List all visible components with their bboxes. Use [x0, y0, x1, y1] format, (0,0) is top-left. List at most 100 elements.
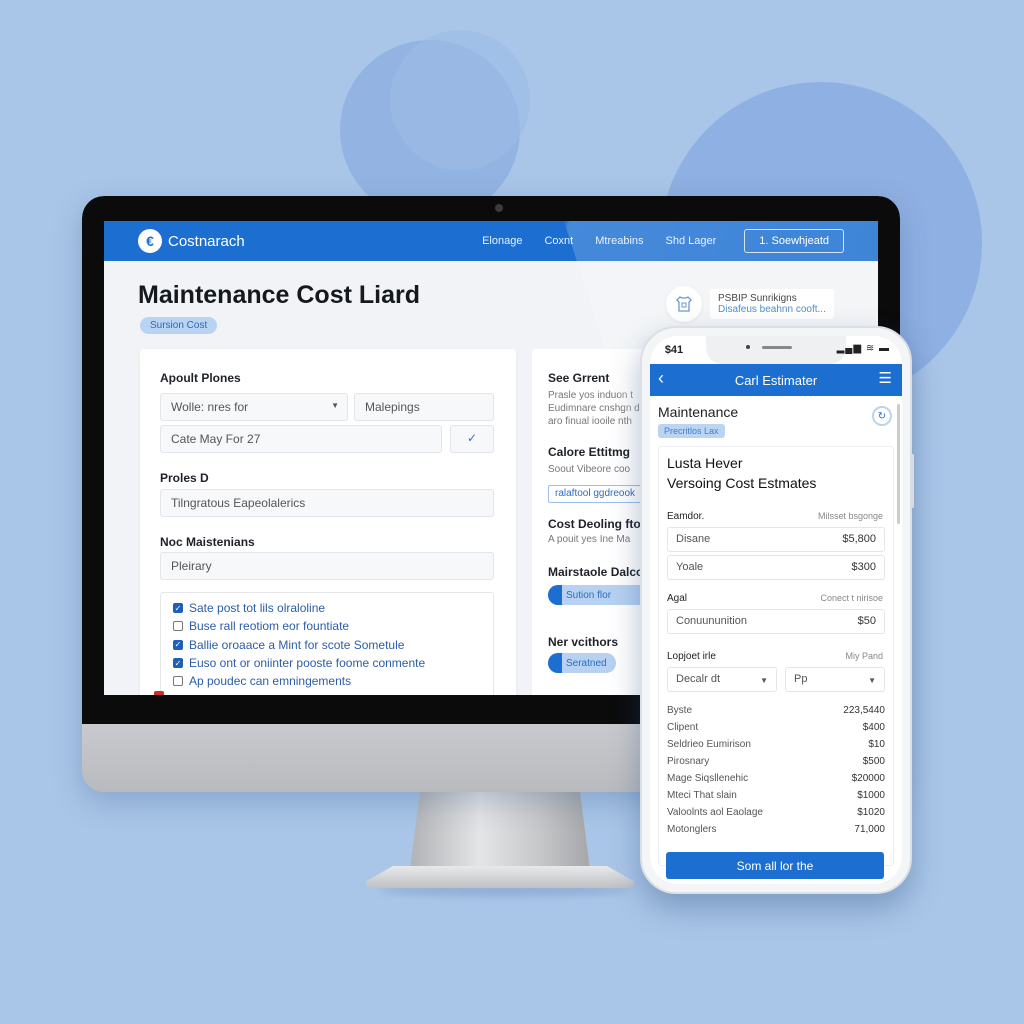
nav-links: Elonage Coxnt Mtreabins Shd Lager 1. Soe… [482, 229, 844, 253]
nav-link[interactable]: Mtreabins [595, 235, 643, 247]
line-item-label: Mteci That slain [667, 790, 737, 801]
checklist-item[interactable]: Ap poudec can emningements [173, 672, 481, 690]
signal-wifi-battery-icon: ▂▄▆ ≋ ▬ [836, 343, 890, 354]
line-item-label: Pirosnary [667, 756, 710, 767]
chevron-down-icon: ▼ [868, 676, 876, 685]
line-item-value: $400 [862, 722, 885, 733]
line-item-value: $10 [868, 739, 885, 750]
checkbox-checked[interactable]: ✓ [173, 639, 183, 650]
select-value: Wolle: nres for [171, 400, 249, 414]
line-item-label: Clipent [667, 722, 699, 733]
nav-cta-button[interactable]: 1. Soewhjeatd [744, 229, 844, 253]
background-circle [390, 30, 530, 170]
maintenance-checklist: ✓ Sate post tot lils olraloline Buse rall … [160, 592, 494, 695]
card-text: Prasle yos induon t [548, 390, 634, 401]
line-item-value: $1000 [857, 790, 885, 801]
cost-label: Disane [676, 533, 711, 545]
line-item: Mteci That slain $1000 [667, 790, 885, 801]
estimate-card: Lusta Hever Versoing Cost Estmates Eamdo… [658, 446, 894, 866]
status-chip [154, 691, 164, 695]
line-item-value: 71,000 [854, 824, 885, 835]
app-logo[interactable]: € Costnarach [138, 229, 245, 253]
text-field[interactable]: Malepings [354, 393, 494, 421]
text-field[interactable]: Pleirary [160, 552, 494, 580]
checklist-label: Ballie oroaace a Mint for scote Sometule [189, 637, 405, 652]
cost-row[interactable]: Disane $5,800 [667, 527, 885, 552]
toggle-switch[interactable]: Seratned [548, 653, 616, 673]
page-title: Maintenance Cost Liard [138, 281, 420, 309]
checkbox-unchecked[interactable] [173, 676, 183, 687]
plan-form-card: Apoult Plones Wolle: nres for ▼ Maleping… [140, 349, 516, 695]
checklist-item[interactable]: Buse rall reotiom eor fountiate [173, 617, 481, 635]
card-heading: Mairstaole Dalcoo [548, 565, 651, 579]
group-hint: Milsset bsgonge [817, 511, 883, 521]
date-field[interactable]: Cate May For 27 [160, 425, 442, 453]
nav-link[interactable]: Coxnt [544, 235, 573, 247]
checklist-item[interactable]: ✓ Euso ont or oniinter pooste foome conme… [173, 654, 481, 672]
checkbox-checked[interactable]: ✓ [173, 603, 183, 614]
back-icon[interactable]: ‹ [658, 368, 664, 389]
checkbox-checked[interactable]: ✓ [173, 658, 183, 669]
section-label: Apoult Plones [160, 371, 241, 385]
menu-icon[interactable]: ☰ [879, 369, 892, 387]
phone-badge: Precritlos Lax [658, 424, 725, 438]
select-value: Pp [794, 673, 808, 685]
chevron-down-icon: ▼ [760, 676, 768, 685]
card-heading: See Grrent [548, 371, 610, 385]
group-label: Agal [667, 593, 688, 604]
confirm-button[interactable]: ✓ [450, 425, 494, 453]
checklist-label: Buse rall reotiom eor fountiate [189, 619, 350, 634]
line-item: Byste 223,5440 [667, 705, 885, 716]
cost-row[interactable]: Conuununition $50 [667, 609, 885, 634]
phone-side-button [911, 454, 914, 508]
card-text: Eudimnare cnshgn d [548, 403, 640, 414]
promo-title: PSBIP Sunrikigns [718, 293, 797, 304]
monitor-foot [366, 866, 634, 888]
select-value: Decalr dt [676, 673, 721, 685]
camera-icon [746, 345, 750, 349]
text-field[interactable]: Tilngratous Eapeolalerics [160, 489, 494, 517]
top-navbar: € Costnarach Elonage Coxnt Mtreabins Shd… [104, 221, 878, 261]
checkbox-unchecked[interactable] [173, 621, 183, 632]
cost-row[interactable]: Yoale $300 [667, 555, 885, 580]
nav-link[interactable]: Elonage [482, 235, 522, 247]
group-hint: Miy Pand [845, 651, 883, 661]
group-label: Eamdor. [667, 511, 705, 522]
line-item-label: Seldrieo Eumirison [667, 739, 751, 750]
phone-title: Maintenance [658, 404, 739, 420]
card-title: Lusta Hever [667, 455, 743, 471]
card-text: Soout Vibeore coo [548, 464, 631, 475]
promo-subtitle: Disafeus beahnn cooft... [718, 304, 826, 315]
section-label: Proles D [160, 471, 209, 485]
scrollbar[interactable] [897, 404, 900, 524]
phone-screen: $41 ▂▄▆ ≋ ▬ ‹ Carl Estimater ☰ Maintenan… [650, 336, 902, 884]
promo-box: PSBIP Sunrikigns Disafeus beahnn cooft..… [710, 289, 834, 319]
checklist-item[interactable]: ✓ Sate post tot lils olraloline [173, 599, 481, 617]
card-heading: Calore Ettitmg [548, 445, 631, 459]
checklist-item[interactable]: ✓ Ballie oroaace a Mint for scote Sometul… [173, 636, 481, 654]
phone-select[interactable]: Pp ▼ [785, 667, 885, 692]
refresh-icon[interactable]: ↻ [872, 406, 892, 426]
line-item: Clipent $400 [667, 722, 885, 733]
status-time: $41 [664, 344, 684, 356]
promo-widget[interactable]: PSBIP Sunrikigns Disafeus beahnn cooft..… [666, 286, 834, 322]
card-title: Versoing Cost Estmates [667, 475, 817, 491]
line-item-value: $20000 [851, 773, 885, 784]
cost-label: Yoale [676, 561, 704, 573]
line-item: Mage Siqsllenehic $20000 [667, 773, 885, 784]
shirt-icon [666, 286, 702, 322]
plan-select[interactable]: Wolle: nres for ▼ [160, 393, 348, 421]
submit-button[interactable]: Som all lor the [666, 852, 884, 879]
card-heading: Ner vcithors [548, 635, 619, 649]
card-heading: Cost Deoling fto [548, 517, 641, 531]
line-item-value: $1020 [857, 807, 885, 818]
line-item-label: Valoolnts aol Eaolage [667, 807, 763, 818]
checklist-label: Euso ont or oniinter pooste foome conmen… [189, 656, 426, 671]
title-badge: Sursion Cost [140, 317, 218, 334]
group-label: Lopjoet irle [667, 651, 716, 662]
phone-select[interactable]: Decalr dt ▼ [667, 667, 777, 692]
cost-amount: $300 [851, 561, 876, 573]
nav-link[interactable]: Shd Lager [666, 235, 717, 247]
line-item: Seldrieo Eumirison $10 [667, 739, 885, 750]
line-item: Pirosnary $500 [667, 756, 885, 767]
